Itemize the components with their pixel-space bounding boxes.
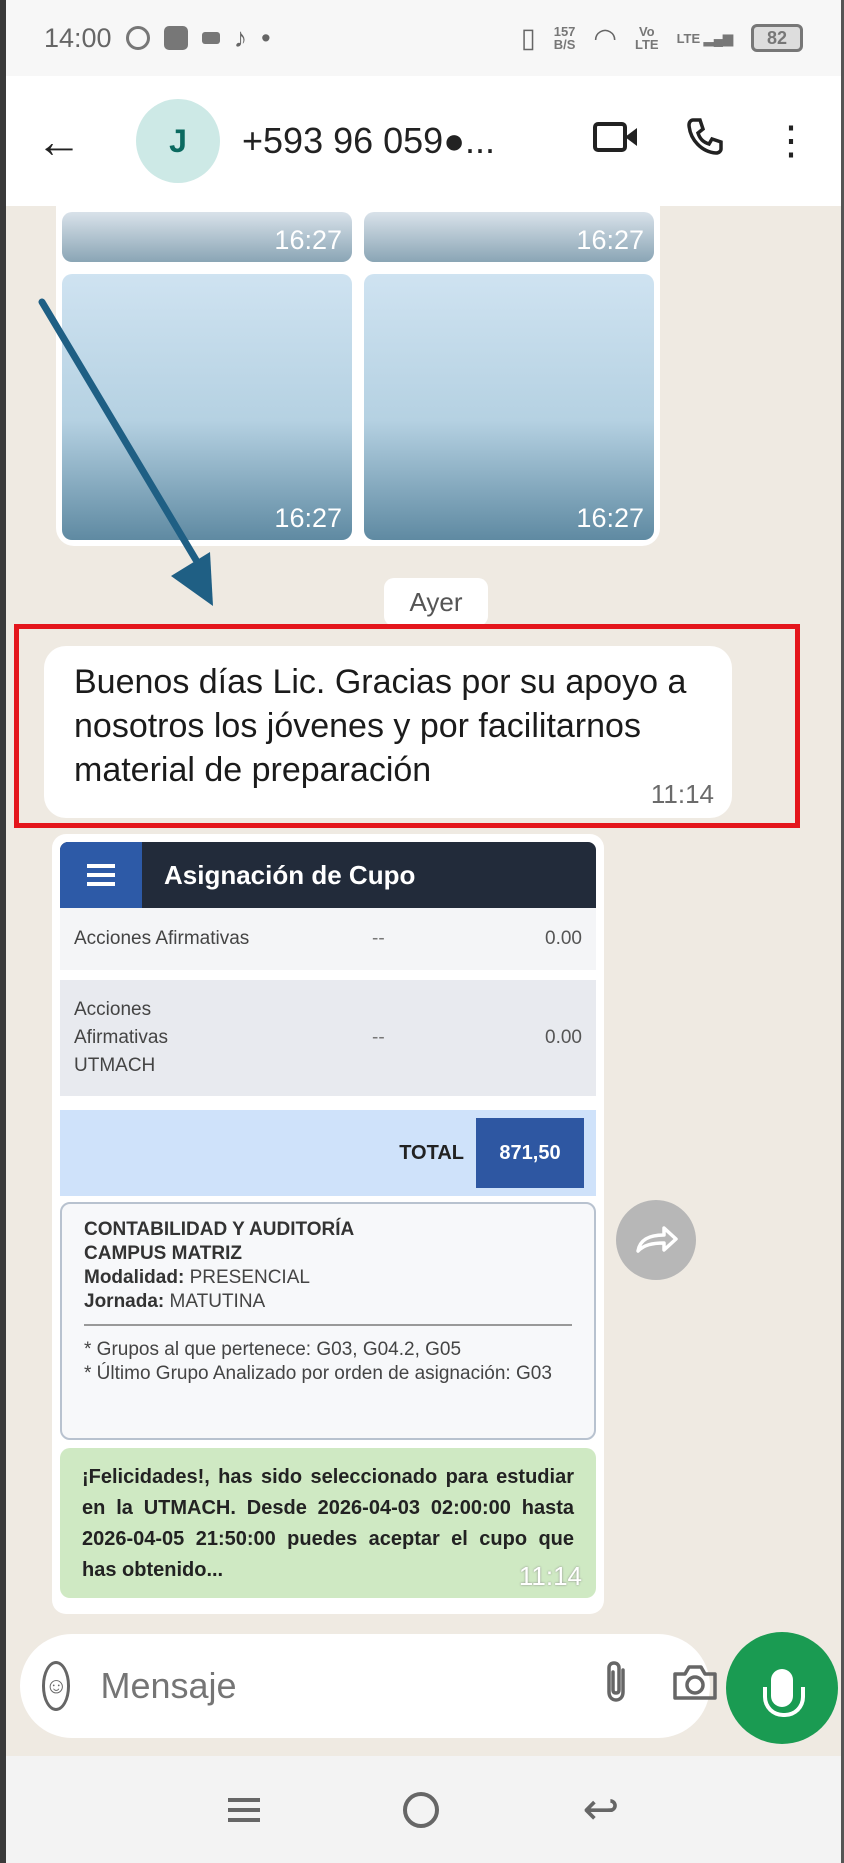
home-icon[interactable] (403, 1791, 440, 1828)
recent-apps-icon[interactable] (227, 1792, 260, 1828)
microphone-icon (763, 1669, 805, 1717)
battery-icon: 82 (751, 24, 803, 52)
back-arrow-icon[interactable]: ← (36, 114, 86, 168)
battery-level: 82 (766, 27, 788, 48)
data-speed: 157 B/S (554, 25, 576, 51)
status-time: 14:00 (44, 22, 112, 53)
network-type: LTE (676, 30, 701, 46)
volte-indicator: Vo LTE (635, 25, 659, 51)
video-call-icon[interactable] (593, 119, 639, 164)
message-input-bar: ☺ (20, 1634, 718, 1738)
whatsapp-icon (125, 26, 150, 50)
wifi-icon: ◠ (593, 22, 617, 53)
annotation-arrow-icon (38, 298, 213, 606)
microphone-button[interactable] (726, 1632, 838, 1744)
app-notification-icon (163, 26, 188, 50)
message-icon (201, 32, 220, 44)
phone-call-icon[interactable] (685, 116, 725, 166)
system-nav-bar: ↩ (6, 1756, 841, 1863)
nav-back-icon[interactable]: ↩ (582, 1784, 619, 1835)
attach-icon[interactable] (603, 1660, 633, 1713)
network-indicator: LTE ▂▄▆ (676, 30, 733, 46)
avatar[interactable]: J (136, 99, 220, 183)
message-input[interactable] (100, 1665, 566, 1707)
chat-area[interactable]: 16:27 16:27 16:27 16:27 Ayer Buenos días… (6, 206, 841, 1756)
data-speed-unit: B/S (553, 37, 576, 52)
contact-name[interactable]: +593 96 059●... (242, 120, 547, 162)
status-bar: 14:00 ♪ • ▯ 157 B/S ◠ Vo LTE LTE ▂▄▆ 82 (6, 0, 841, 76)
tiktok-icon: ♪ (233, 22, 248, 53)
more-options-icon[interactable]: ⋮ (771, 118, 811, 164)
sticker-icon[interactable]: ☺ (42, 1661, 71, 1711)
volte-bottom: LTE (634, 37, 659, 52)
dot-icon: • (261, 22, 271, 53)
avatar-letter: J (169, 122, 187, 159)
chat-header: ← J +593 96 059●... ⋮ (6, 76, 841, 206)
camera-icon[interactable] (671, 1662, 719, 1711)
vibrate-icon: ▯ (520, 22, 536, 53)
